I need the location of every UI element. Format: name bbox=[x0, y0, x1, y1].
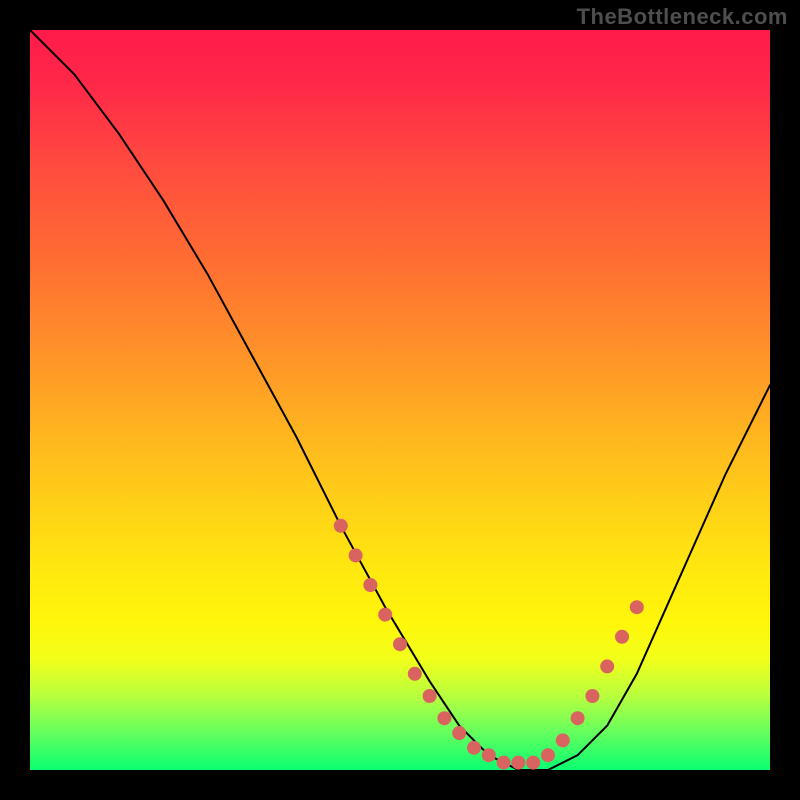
dot bbox=[378, 608, 392, 622]
dot bbox=[334, 519, 348, 533]
dot bbox=[585, 689, 599, 703]
dot bbox=[437, 711, 451, 725]
dot bbox=[571, 711, 585, 725]
dot bbox=[600, 659, 614, 673]
dot bbox=[452, 726, 466, 740]
highlight-dots bbox=[334, 519, 644, 770]
dot bbox=[393, 637, 407, 651]
dot bbox=[630, 600, 644, 614]
dot bbox=[526, 756, 540, 770]
dot bbox=[349, 548, 363, 562]
dot bbox=[615, 630, 629, 644]
dot bbox=[511, 756, 525, 770]
bottleneck-curve bbox=[30, 30, 770, 770]
dot bbox=[482, 748, 496, 762]
plot-area bbox=[30, 30, 770, 770]
dot bbox=[541, 748, 555, 762]
watermark-text: TheBottleneck.com bbox=[577, 4, 788, 30]
dot bbox=[363, 578, 377, 592]
dot bbox=[408, 667, 422, 681]
dot bbox=[423, 689, 437, 703]
dot bbox=[556, 733, 570, 747]
dot bbox=[497, 756, 511, 770]
dot bbox=[467, 741, 481, 755]
chart-frame: TheBottleneck.com bbox=[0, 0, 800, 800]
curve-layer bbox=[30, 30, 770, 770]
